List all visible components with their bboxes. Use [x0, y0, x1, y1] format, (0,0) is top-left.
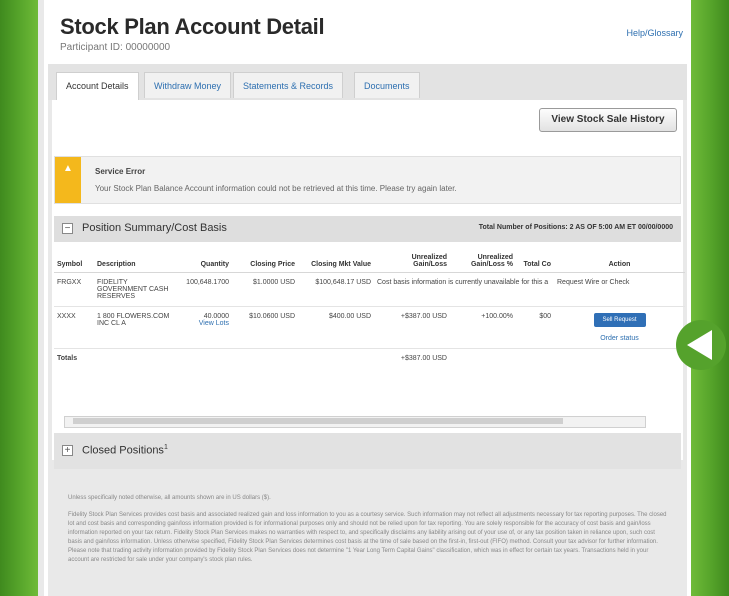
table-header-row: Symbol Description Quantity Closing Pric… — [54, 250, 685, 273]
alert-message: Your Stock Plan Balance Account informat… — [95, 184, 457, 193]
sell-request-button[interactable]: Sell Request — [593, 313, 646, 327]
disclaimer-footer: Unless specifically noted otherwise, all… — [68, 494, 667, 573]
page-header: Stock Plan Account Detail Participant ID… — [60, 14, 683, 53]
panel-content: View Stock Sale History ▲ Service Error … — [52, 100, 685, 469]
closing-price: $1.0000 USD — [232, 272, 298, 307]
order-status-link[interactable]: Order status — [557, 335, 682, 342]
symbol-link[interactable]: FRGXX — [54, 272, 94, 307]
col-quantity[interactable]: Quantity — [176, 250, 232, 273]
expand-toggle-icon[interactable]: + — [62, 445, 73, 456]
footnote-marker: 1 — [163, 444, 168, 451]
description: FIDELITY GOVERNMENT CASH RESERVES — [94, 272, 176, 307]
col-symbol[interactable]: Symbol — [54, 250, 94, 273]
col-description[interactable]: Description — [94, 250, 176, 273]
tab-account-details[interactable]: Account Details — [56, 72, 139, 102]
col-closing-mkt-value[interactable]: Closing Mkt Value — [298, 250, 374, 273]
closed-positions-label: Closed Positions — [82, 444, 164, 457]
closing-mkt-value: $100,648.17 USD — [298, 272, 374, 307]
col-action: Action — [554, 250, 685, 273]
totals-value: +$387.00 USD — [400, 355, 447, 362]
quantity: 40.0000 — [203, 313, 229, 320]
table-row: FRGXX FIDELITY GOVERNMENT CASH RESERVES … — [54, 272, 685, 307]
tab-documents[interactable]: Documents — [354, 72, 420, 98]
horizontal-scrollbar[interactable] — [64, 416, 646, 428]
cost-basis-note: Cost basis information is currently unav… — [374, 272, 554, 307]
service-error-alert: ▲ Service Error Your Stock Plan Balance … — [54, 156, 681, 204]
footer-line-2: Fidelity Stock Plan Services provides co… — [68, 512, 667, 563]
closing-price: $10.0600 USD — [232, 306, 298, 349]
total-cost: $00 — [516, 306, 554, 349]
table-row: XXXX 1 800 FLOWERS.COM INC CL A 40.0000 … — [54, 306, 685, 349]
quantity-cell: 40.0000 View Lots — [176, 306, 232, 349]
symbol-link[interactable]: XXXX — [54, 306, 94, 349]
col-total-cost[interactable]: Total Co — [516, 250, 554, 273]
tab-statements-records[interactable]: Statements & Records — [233, 72, 344, 98]
action-cell: Sell Request Order status — [554, 306, 685, 349]
col-unrealized-gain-loss[interactable]: Unrealized Gain/Loss — [374, 250, 450, 273]
col-closing-price[interactable]: Closing Price — [232, 250, 298, 273]
account-detail-card: Stock Plan Account Detail Participant ID… — [44, 0, 691, 596]
help-link[interactable]: Help/Glossary — [626, 28, 683, 38]
position-summary-header: − Position Summary/Cost Basis Total Numb… — [54, 216, 681, 242]
description: 1 800 FLOWERS.COM INC CL A — [94, 306, 176, 349]
closed-positions-title: Closed Positions1 — [82, 444, 168, 457]
col-unrealized-gain-loss-pct[interactable]: Unrealized Gain/Loss % — [450, 250, 516, 273]
scrollbar-thumb[interactable] — [73, 418, 563, 424]
play-back-icon — [687, 330, 712, 360]
gain-loss: +$387.00 USD — [374, 306, 450, 349]
quantity: 100,648.1700 — [176, 272, 232, 307]
request-wire-link[interactable]: Request Wire or Check — [554, 272, 685, 307]
alert-title: Service Error — [95, 167, 146, 176]
view-lots-link[interactable]: View Lots — [179, 320, 229, 327]
totals-row: Totals +$387.00 USD — [54, 349, 685, 369]
tab-panel: View Stock Sale History ▲ Service Error … — [48, 100, 687, 596]
page-title: Stock Plan Account Detail — [60, 14, 325, 39]
totals-label: Totals — [57, 355, 78, 362]
tab-withdraw-money[interactable]: Withdraw Money — [144, 72, 232, 98]
collapse-toggle-icon[interactable]: − — [62, 223, 73, 234]
positions-table: Symbol Description Quantity Closing Pric… — [54, 250, 685, 368]
closing-mkt-value: $400.00 USD — [298, 306, 374, 349]
gain-loss-pct: +100.00% — [450, 306, 516, 349]
position-summary-title: Position Summary/Cost Basis — [82, 222, 227, 234]
footer-line-1: Unless specifically noted otherwise, all… — [68, 495, 271, 501]
participant-id: Participant ID: 00000000 — [60, 42, 171, 53]
closed-positions-header[interactable]: + Closed Positions1 — [54, 433, 681, 469]
positions-count: Total Number of Positions: 2 AS OF 5:00 … — [478, 224, 673, 231]
warning-icon: ▲ — [55, 157, 81, 203]
view-stock-sale-history-button[interactable]: View Stock Sale History — [539, 108, 677, 132]
play-back-button[interactable] — [676, 320, 726, 370]
